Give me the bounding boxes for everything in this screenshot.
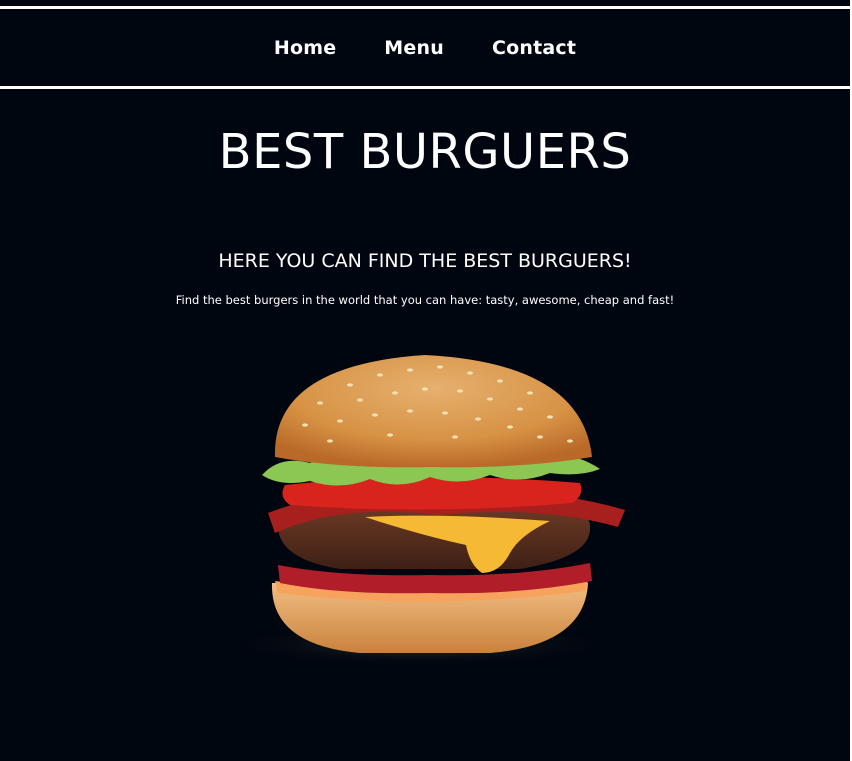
nav-home-link[interactable]: Home — [274, 37, 336, 59]
hero-description: Find the best burgers in the world that … — [175, 293, 675, 307]
burger-image — [225, 355, 625, 667]
nav-contact-link[interactable]: Contact — [492, 37, 576, 59]
top-navigation: Home Menu Contact — [0, 6, 850, 89]
hero-subtitle: HERE YOU CAN FIND THE BEST BURGUERS! — [218, 250, 632, 272]
page: Home Menu Contact BEST BURGUERS HERE YOU… — [0, 0, 852, 761]
nav-menu-link[interactable]: Menu — [384, 37, 444, 59]
page-title: BEST BURGUERS — [218, 124, 632, 180]
